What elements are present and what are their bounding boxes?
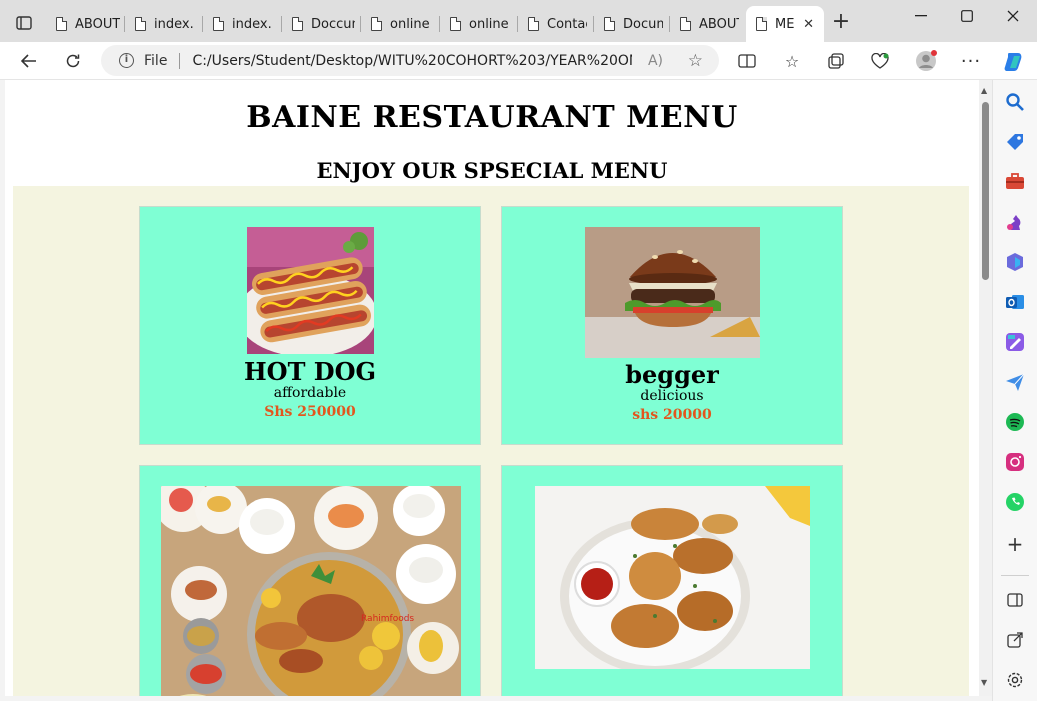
burger-photo	[585, 227, 760, 358]
profile-avatar[interactable]	[912, 48, 940, 74]
tab-label: ME	[775, 16, 795, 32]
scrollbar-thumb[interactable]	[982, 102, 989, 280]
file-icon	[371, 17, 382, 31]
add-sidebar-app-icon[interactable]: +	[1005, 534, 1025, 555]
url-text[interactable]: C:/Users/Student/Desktop/WITU%20COHORT%2…	[192, 53, 632, 69]
settings-gear-icon[interactable]	[1005, 670, 1025, 690]
more-options-icon[interactable]: ···	[957, 48, 985, 74]
tab-index-2[interactable]: index.h	[203, 8, 282, 40]
page-scrollbar[interactable]: ▲ ▼	[979, 80, 992, 696]
whatsapp-icon[interactable]	[1005, 492, 1025, 512]
file-icon	[213, 17, 224, 31]
menu-card-hot-dog: HOT DOG affordable Shs 250000	[139, 206, 481, 445]
tab-docum[interactable]: Docum	[594, 8, 670, 40]
file-icon	[528, 17, 539, 31]
address-bar[interactable]: i File C:/Users/Student/Desktop/WITU%20C…	[101, 45, 719, 76]
shopping-tag-icon[interactable]	[1005, 132, 1025, 152]
tab-label: Docum	[623, 16, 663, 32]
menu-section: HOT DOG affordable Shs 250000 begger del…	[13, 186, 969, 696]
browser-essentials-icon[interactable]	[866, 48, 894, 74]
tab-me-active[interactable]: ME ✕	[746, 6, 824, 42]
outlook-icon[interactable]	[1005, 292, 1025, 312]
tab-label: index.h	[232, 16, 272, 32]
search-icon[interactable]	[1005, 92, 1025, 112]
file-icon	[604, 17, 615, 31]
favorites-icon[interactable]: ☆	[778, 48, 806, 74]
item-price: shs 20000	[632, 407, 712, 423]
open-external-icon[interactable]	[1005, 630, 1025, 650]
item-name: HOT DOG	[243, 357, 376, 386]
tab-online-1[interactable]: online f	[361, 8, 440, 40]
tab-label: online f	[469, 16, 509, 32]
tab-contact[interactable]: Contact	[518, 8, 594, 40]
microsoft-365-icon[interactable]	[1005, 252, 1025, 272]
platter-watermark: Rahimfoods	[361, 614, 415, 624]
hot-dog-photo	[247, 227, 374, 354]
tab-label: ABOUT	[699, 16, 739, 32]
web-page: BAINE RESTAURANT MENU ENJOY OUR SPSECIAL…	[5, 80, 979, 696]
tab-about[interactable]: ABOUT	[46, 8, 125, 40]
refresh-button[interactable]	[59, 48, 87, 74]
info-icon[interactable]: i	[119, 53, 134, 68]
split-screen-icon[interactable]	[733, 48, 761, 74]
spotify-icon[interactable]	[1005, 412, 1025, 432]
file-icon	[56, 17, 67, 31]
minimize-button[interactable]	[898, 0, 944, 32]
item-name: begger	[625, 360, 719, 389]
browser-toolbar: i File C:/Users/Student/Desktop/WITU%20C…	[0, 42, 1037, 80]
maximize-button[interactable]	[944, 0, 990, 32]
edge-sidebar: +	[992, 80, 1037, 701]
file-icon	[680, 17, 691, 31]
platter-photo: Rahimfoods	[161, 486, 461, 696]
tab-label: online f	[390, 16, 430, 32]
tab-label: Doccum	[311, 16, 355, 32]
read-aloud-icon[interactable]: A)	[648, 53, 663, 69]
file-icon	[756, 17, 767, 31]
scroll-up-arrow-icon[interactable]: ▲	[981, 86, 987, 95]
tab-online-2[interactable]: online f	[440, 8, 518, 40]
new-tab-button[interactable]: +	[830, 11, 852, 34]
tab-index-1[interactable]: index.h	[125, 8, 203, 40]
collections-icon[interactable]	[822, 48, 850, 74]
tab-bar: ABOUT index.h index.h Doccum online f on…	[0, 0, 1037, 42]
games-chess-icon[interactable]	[1005, 212, 1025, 232]
hide-sidebar-icon[interactable]	[1005, 590, 1025, 610]
menu-card-fried-chicken	[501, 465, 843, 696]
menu-card-burger: begger delicious shs 20000	[501, 206, 843, 445]
send-paper-plane-icon[interactable]	[1005, 372, 1025, 392]
instagram-icon[interactable]	[1005, 452, 1025, 472]
file-icon	[292, 17, 303, 31]
designer-icon[interactable]	[1005, 332, 1025, 352]
close-window-button[interactable]	[990, 0, 1036, 32]
tab-actions-icon[interactable]	[10, 10, 38, 36]
add-favorite-icon[interactable]: ☆	[688, 51, 703, 71]
copilot-icon[interactable]	[1000, 48, 1028, 74]
file-icon	[450, 17, 461, 31]
tab-label: index.h	[154, 16, 194, 32]
back-button[interactable]	[15, 48, 43, 74]
page-subtitle: ENJOY OUR SPSECIAL MENU	[316, 158, 668, 183]
file-icon	[135, 17, 146, 31]
item-price: Shs 250000	[264, 404, 356, 420]
tab-doccum[interactable]: Doccum	[282, 8, 361, 40]
fried-chicken-photo	[535, 486, 810, 669]
close-tab-icon[interactable]: ✕	[803, 17, 814, 32]
tools-briefcase-icon[interactable]	[1005, 172, 1025, 192]
scroll-down-arrow-icon[interactable]: ▼	[981, 678, 987, 687]
tab-label: ABOUT	[75, 16, 121, 32]
item-description: delicious	[640, 388, 704, 404]
item-description: affordable	[273, 385, 347, 401]
tab-label: Contact	[547, 16, 587, 32]
tab-about-2[interactable]: ABOUT	[670, 8, 746, 40]
menu-card-platter: Rahimfoods	[139, 465, 481, 696]
page-title: BAINE RESTAURANT MENU	[246, 100, 738, 135]
scheme-label: File	[144, 52, 168, 69]
